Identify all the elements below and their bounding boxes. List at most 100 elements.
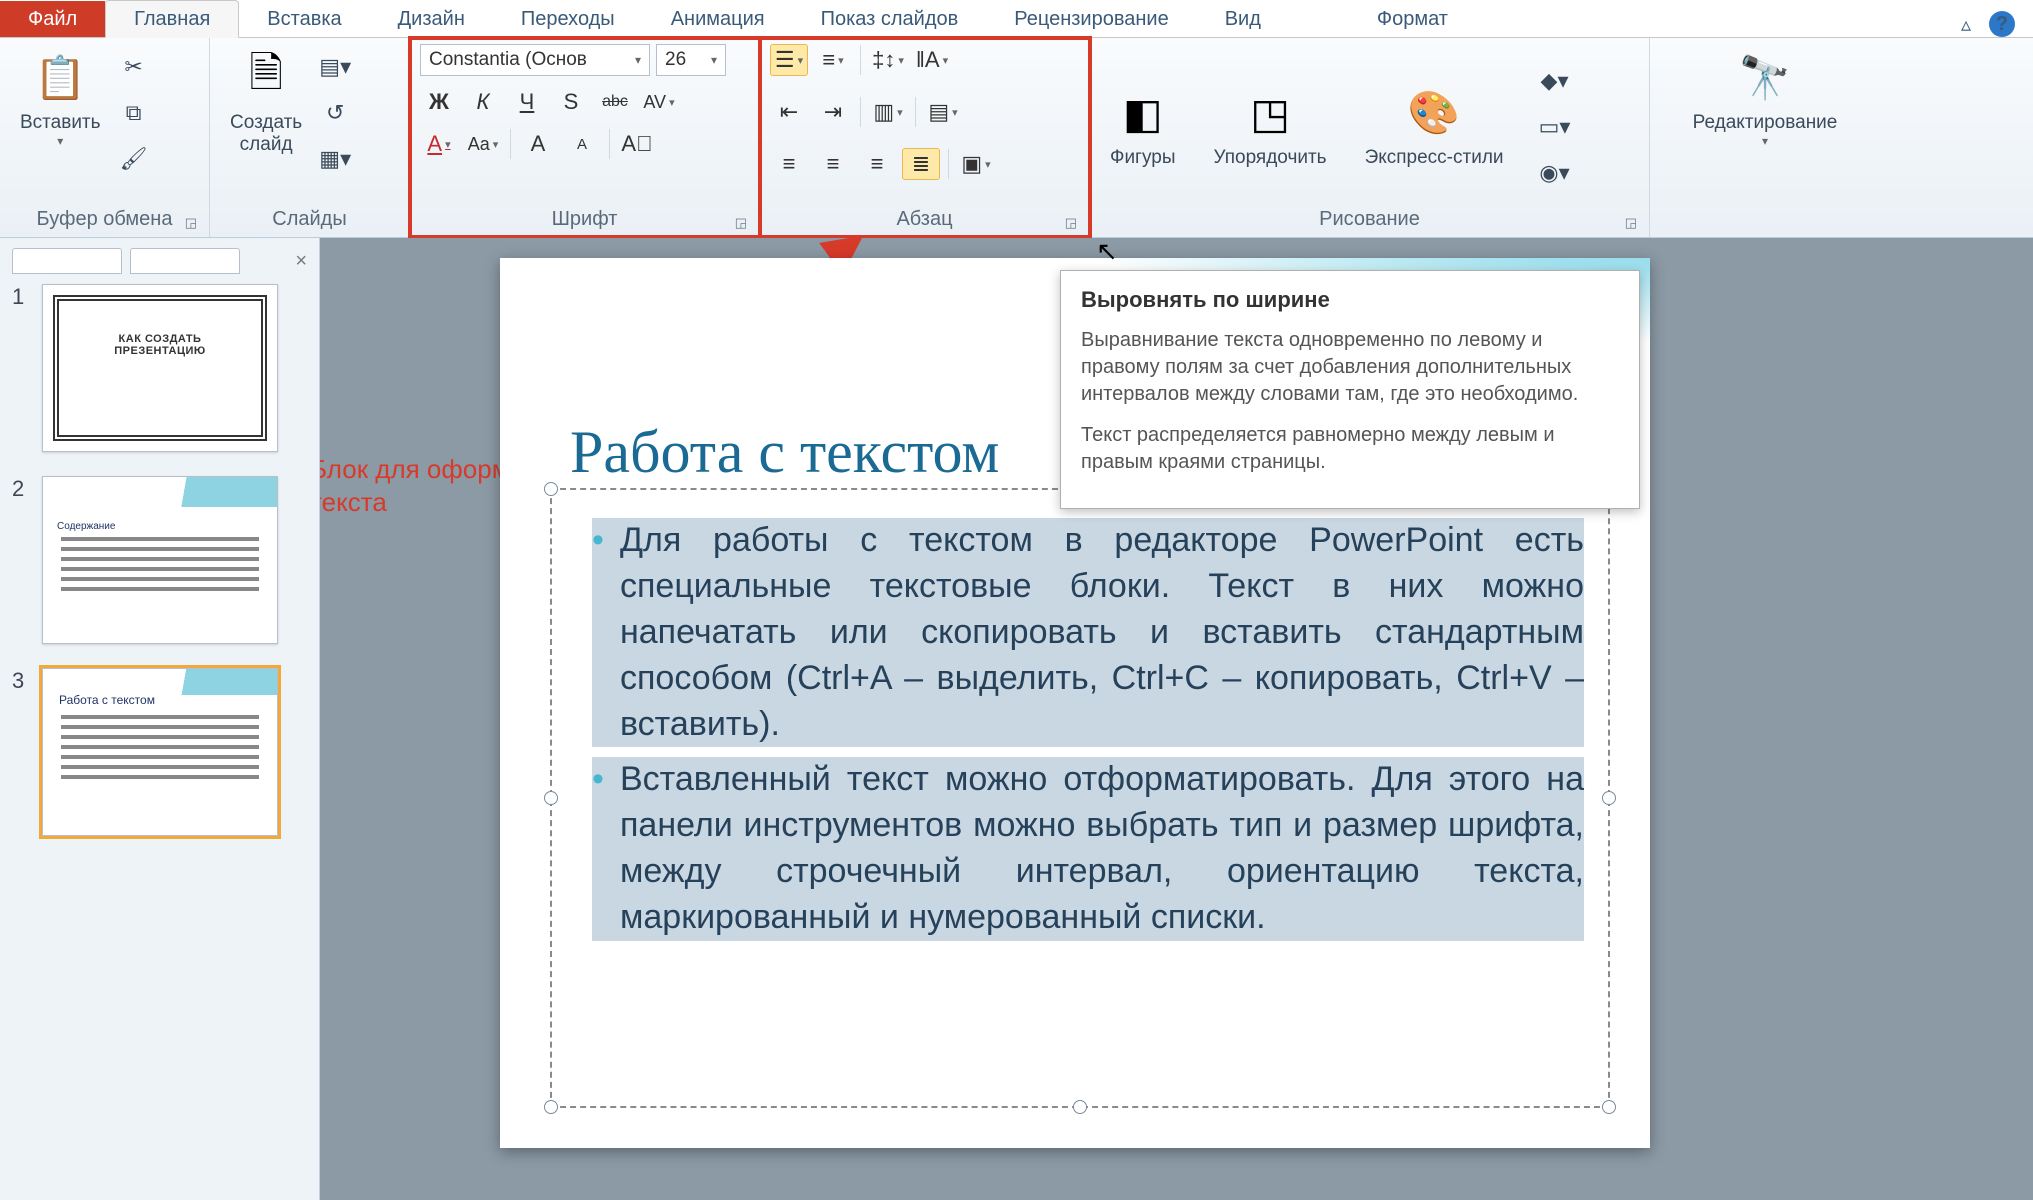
change-case-button[interactable]: Aa <box>464 128 502 160</box>
text-direction-button[interactable]: ‖A <box>913 44 951 76</box>
reset-icon[interactable]: ↺ <box>318 96 352 130</box>
text-content[interactable]: Для работы с текстом в редакторе PowerPo… <box>552 490 1608 961</box>
font-family-combo[interactable]: Constantia (Основ▾ <box>420 44 650 76</box>
shapes-button[interactable]: ◧ Фигуры <box>1100 79 1186 169</box>
tab-slideshow[interactable]: Показ слайдов <box>793 1 987 37</box>
resize-handle[interactable] <box>544 791 558 805</box>
group-label-drawing: Рисование◲ <box>1100 204 1639 235</box>
group-clipboard: 📋 Вставить ▾ ✂ ⧉ 🖌 Буфер обмена◲ <box>0 38 210 237</box>
text-shadow-button[interactable]: S <box>552 86 590 118</box>
shrink-font-button[interactable]: A <box>563 128 601 160</box>
editing-button[interactable]: 🔭 Редактирование ▾ <box>1683 44 1848 148</box>
text-placeholder[interactable]: Для работы с текстом в редакторе PowerPo… <box>550 488 1610 1108</box>
tab-transitions[interactable]: Переходы <box>493 1 643 37</box>
tab-design[interactable]: Дизайн <box>370 1 493 37</box>
align-text-button[interactable]: ▤ <box>924 96 962 128</box>
font-size-combo[interactable]: 26▾ <box>656 44 726 76</box>
align-center-button[interactable]: ≡ <box>814 148 852 180</box>
launcher-icon[interactable]: ◲ <box>1625 215 1637 231</box>
ribbon: 📋 Вставить ▾ ✂ ⧉ 🖌 Буфер обмена◲ 🗎 Созда… <box>0 38 2033 238</box>
thumbnail-1[interactable]: 1 КАК СОЗДАТЬПРЕЗЕНТАЦИЮ <box>12 284 307 452</box>
char-spacing-button[interactable]: AV <box>640 86 678 118</box>
close-pane-icon[interactable]: × <box>295 250 307 273</box>
paste-label: Вставить <box>20 112 101 134</box>
resize-handle[interactable] <box>544 482 558 496</box>
grow-font-button[interactable]: A <box>519 128 557 160</box>
group-font: Constantia (Основ▾ 26▾ Ж К Ч S abc AV A … <box>410 38 760 237</box>
group-label-clipboard: Буфер обмена◲ <box>10 204 199 235</box>
thumbnail-3[interactable]: 3 Работа с текстом <box>12 668 307 836</box>
thumb-number: 3 <box>12 668 32 836</box>
slide-thumbnails-pane: × 1 КАК СОЗДАТЬПРЕЗЕНТАЦИЮ 2 Содержание … <box>0 238 320 1200</box>
new-slide-button[interactable]: 🗎 Создать слайд <box>220 44 312 156</box>
group-editing: 🔭 Редактирование ▾ <box>1650 38 1880 237</box>
columns-button[interactable]: ▥ <box>869 96 907 128</box>
resize-handle[interactable] <box>1073 1100 1087 1114</box>
tab-view[interactable]: Вид <box>1197 1 1289 37</box>
tooltip-title: Выровнять по ширине <box>1081 287 1619 313</box>
menu-tabs: Файл Главная Вставка Дизайн Переходы Ани… <box>0 0 2033 38</box>
thumbnails-tab-slides[interactable] <box>12 248 122 274</box>
line-spacing-button[interactable]: ‡↕ <box>869 44 907 76</box>
slide-title: Работа с текстом <box>570 418 999 487</box>
slide-canvas[interactable]: Блок для оформления текста Работа с текс… <box>320 238 2033 1200</box>
resize-handle[interactable] <box>1602 791 1616 805</box>
tab-insert[interactable]: Вставка <box>239 1 369 37</box>
layout-icon[interactable]: ▤▾ <box>318 50 352 84</box>
shape-effects-icon[interactable]: ◉▾ <box>1538 156 1572 190</box>
arrange-button[interactable]: ◳ Упорядочить <box>1204 79 1337 169</box>
numbering-button[interactable]: ≡ <box>814 44 852 76</box>
new-slide-icon: 🗎 <box>238 50 294 106</box>
slide: Работа с текстом Для работы с текстом в … <box>500 258 1650 1148</box>
thumbnail-2[interactable]: 2 Содержание <box>12 476 307 644</box>
group-drawing: ◧ Фигуры ◳ Упорядочить 🎨 Экспресс-стили … <box>1090 38 1650 237</box>
font-color-button[interactable]: A <box>420 128 458 160</box>
align-right-button[interactable]: ≡ <box>858 148 896 180</box>
group-label-slides: Слайды <box>220 204 399 235</box>
bullet-item[interactable]: Вставленный текст можно отформатировать.… <box>592 757 1584 941</box>
group-label-paragraph: Абзац◲ <box>770 204 1079 235</box>
launcher-icon[interactable]: ◲ <box>1065 215 1077 231</box>
strikethrough-button[interactable]: abc <box>596 86 634 118</box>
bullet-item[interactable]: Для работы с текстом в редакторе PowerPo… <box>592 518 1584 747</box>
shape-fill-icon[interactable]: ◆▾ <box>1538 64 1572 98</box>
increase-indent-button[interactable]: ⇥ <box>814 96 852 128</box>
align-left-button[interactable]: ≡ <box>770 148 808 180</box>
group-label-editing <box>1660 204 1870 235</box>
resize-handle[interactable] <box>1602 1100 1616 1114</box>
underline-button[interactable]: Ч <box>508 86 546 118</box>
tab-format[interactable]: Формат <box>1349 1 1476 37</box>
tab-file[interactable]: Файл <box>0 1 105 37</box>
styles-icon: 🎨 <box>1406 85 1462 141</box>
format-painter-icon[interactable]: 🖌 <box>117 142 151 176</box>
shapes-icon: ◧ <box>1115 85 1171 141</box>
section-icon[interactable]: ▦▾ <box>318 142 352 176</box>
shape-outline-icon[interactable]: ▭▾ <box>1538 110 1572 144</box>
copy-icon[interactable]: ⧉ <box>117 96 151 130</box>
bullets-button[interactable]: ☰ <box>770 44 808 76</box>
launcher-icon[interactable]: ◲ <box>185 215 197 231</box>
quick-styles-button[interactable]: 🎨 Экспресс-стили <box>1355 79 1514 169</box>
tooltip-text: Выравнивание текста одновременно по лево… <box>1081 327 1619 408</box>
italic-button[interactable]: К <box>464 86 502 118</box>
bold-button[interactable]: Ж <box>420 86 458 118</box>
justify-button[interactable]: ≣ <box>902 148 940 180</box>
tab-review[interactable]: Рецензирование <box>986 1 1196 37</box>
smartart-button[interactable]: ▣ <box>957 148 995 180</box>
ribbon-minimize-icon[interactable]: ▵ <box>1961 12 1971 37</box>
launcher-icon[interactable]: ◲ <box>735 215 747 231</box>
thumbnails-tab-outline[interactable] <box>130 248 240 274</box>
clipboard-icon: 📋 <box>32 50 88 106</box>
group-slides: 🗎 Создать слайд ▤▾ ↺ ▦▾ Слайды <box>210 38 410 237</box>
clear-formatting-button[interactable]: A⃠ <box>618 128 656 160</box>
help-icon[interactable]: ? <box>1989 11 2015 37</box>
new-slide-label: Создать слайд <box>230 112 302 156</box>
paste-button[interactable]: 📋 Вставить ▾ <box>10 44 111 148</box>
tab-animation[interactable]: Анимация <box>643 1 793 37</box>
binoculars-icon: 🔭 <box>1737 50 1793 106</box>
group-label-font: Шрифт◲ <box>420 204 749 235</box>
cut-icon[interactable]: ✂ <box>117 50 151 84</box>
decrease-indent-button[interactable]: ⇤ <box>770 96 808 128</box>
tab-home[interactable]: Главная <box>105 0 239 38</box>
resize-handle[interactable] <box>544 1100 558 1114</box>
